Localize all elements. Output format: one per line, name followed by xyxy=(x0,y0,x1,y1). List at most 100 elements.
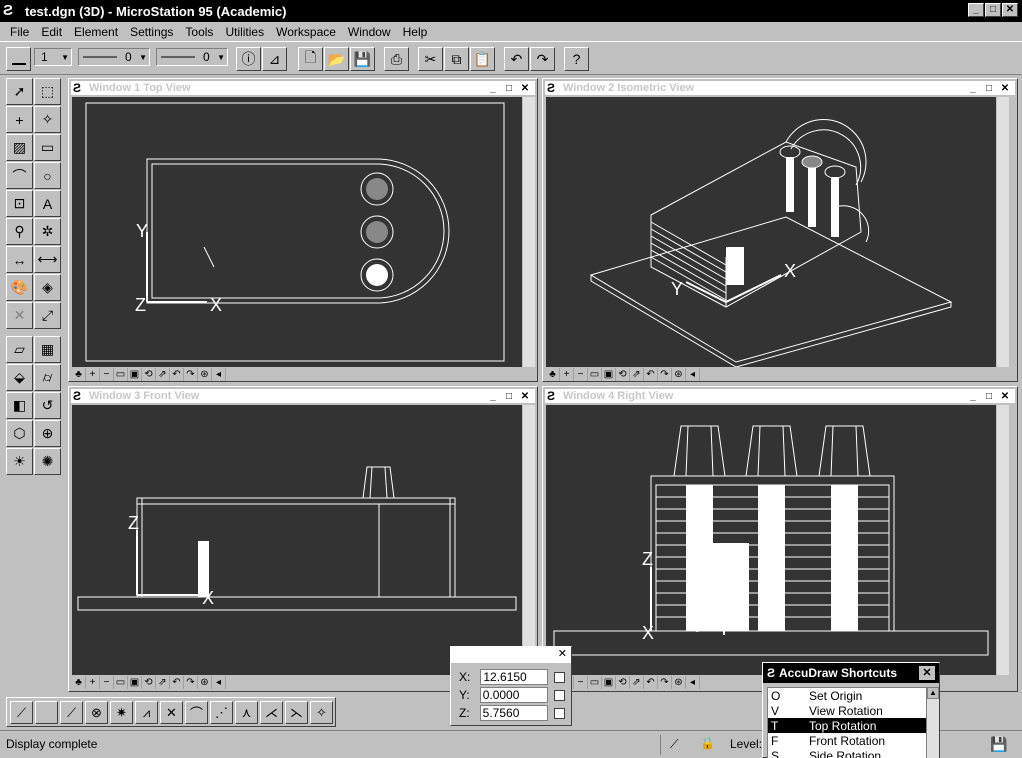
rotate-view-icon[interactable]: ⟲ xyxy=(142,367,156,381)
accudraw-coordinates-window[interactable]: ✕ X: 12.6150 Y: 0.0000 Z: 5.7560 xyxy=(450,646,572,726)
menu-settings[interactable]: Settings xyxy=(124,25,179,39)
box-icon[interactable]: ◧ xyxy=(6,392,33,419)
close-button[interactable]: ✕ xyxy=(1002,3,1018,17)
view-canvas[interactable]: Y X Z xyxy=(72,97,522,367)
menu-window[interactable]: Window xyxy=(342,25,397,39)
menu-utilities[interactable]: Utilities xyxy=(219,25,270,39)
view-canvas[interactable]: Z X xyxy=(546,405,996,675)
scroll-left-icon[interactable]: ◂ xyxy=(686,675,700,689)
coordinates-title-bar[interactable]: ✕ xyxy=(451,647,571,663)
shortcut-item-selected[interactable]: T Top Rotation xyxy=(768,718,926,733)
window-area-icon[interactable]: ▭ xyxy=(114,367,128,381)
pan-icon[interactable]: ⇗ xyxy=(630,367,644,381)
weight-combo[interactable]: 1 ▼ xyxy=(34,48,72,66)
minimize-icon[interactable]: _ xyxy=(486,83,500,95)
palette-icon[interactable]: 🎨 xyxy=(6,274,33,301)
minimize-icon[interactable]: _ xyxy=(486,391,500,403)
maximize-icon[interactable]: □ xyxy=(502,391,516,403)
window-area-icon[interactable]: ▭ xyxy=(588,675,602,689)
close-icon[interactable]: ✕ xyxy=(518,391,532,403)
vertical-scrollbar[interactable] xyxy=(523,97,535,367)
print-icon[interactable]: ⎙ xyxy=(384,47,409,71)
revolve-icon[interactable]: ↺ xyxy=(34,392,61,419)
view-previous-icon[interactable]: ↶ xyxy=(644,675,658,689)
save-icon[interactable]: 💾 xyxy=(350,47,375,71)
scroll-left-icon[interactable]: ◂ xyxy=(212,367,226,381)
line-weight-combo[interactable]: 0 ▼ xyxy=(156,48,228,66)
render-icon[interactable]: ☀ xyxy=(6,448,33,475)
fit-view-icon[interactable]: ▣ xyxy=(128,367,142,381)
menu-edit[interactable]: Edit xyxy=(35,25,68,39)
zoom-out-icon[interactable]: − xyxy=(574,675,588,689)
y-lock-checkbox[interactable] xyxy=(553,689,565,701)
shortcut-item[interactable]: V View Rotation xyxy=(768,703,926,718)
line-tool-icon[interactable]: ⟋ xyxy=(10,701,33,724)
scroll-up-icon[interactable]: ▲ xyxy=(927,687,939,699)
copy-view-icon[interactable]: ⊛ xyxy=(672,367,686,381)
menu-workspace[interactable]: Workspace xyxy=(270,25,342,39)
fit-view-icon[interactable]: ▣ xyxy=(602,675,616,689)
pan-icon[interactable]: ⇗ xyxy=(630,675,644,689)
paste-icon[interactable]: 📋 xyxy=(470,47,495,71)
shortcut-item[interactable]: O Set Origin xyxy=(768,688,926,703)
scale-icon[interactable]: ⤢ xyxy=(34,302,61,329)
maximize-icon[interactable]: □ xyxy=(982,83,996,95)
surface-icon[interactable]: ⬡ xyxy=(6,420,33,447)
cell-icon[interactable]: ⊡ xyxy=(6,190,33,217)
view-previous-icon[interactable]: ↶ xyxy=(644,367,658,381)
microstation-logo-icon[interactable]: Ƨ xyxy=(3,2,21,20)
active-color-button[interactable] xyxy=(6,47,31,71)
cut-icon[interactable]: ✂ xyxy=(418,47,443,71)
node-icon[interactable]: ✧ xyxy=(310,701,333,724)
close-icon[interactable]: ✕ xyxy=(518,83,532,95)
view-control-icon[interactable]: ♣ xyxy=(546,367,560,381)
branch-icon[interactable]: ⋏ xyxy=(235,701,258,724)
view-next-icon[interactable]: ↷ xyxy=(184,675,198,689)
pen-icon[interactable]: ⟋ xyxy=(670,737,678,752)
view-title-bar[interactable]: Ƨ Window 1 Top View _ □ ✕ xyxy=(71,81,535,95)
vertical-scrollbar[interactable] xyxy=(523,405,535,675)
redo-icon[interactable]: ↷ xyxy=(530,47,555,71)
extrude-icon[interactable]: ⬙ xyxy=(6,364,33,391)
split-icon[interactable]: ⋰ xyxy=(210,701,233,724)
chamfer-icon[interactable]: ⋋ xyxy=(285,701,308,724)
view-canvas[interactable]: Z X xyxy=(72,405,522,675)
view-control-icon[interactable]: ♣ xyxy=(72,675,86,689)
undo-icon[interactable]: ↶ xyxy=(504,47,529,71)
zoom-in-icon[interactable]: + xyxy=(86,367,100,381)
delete-icon[interactable]: ✕ xyxy=(6,302,33,329)
maximize-icon[interactable]: □ xyxy=(982,391,996,403)
arc-icon[interactable]: ⌒ xyxy=(6,162,33,189)
lock-icon[interactable]: 🔒 xyxy=(700,736,715,750)
z-lock-checkbox[interactable] xyxy=(553,707,565,719)
block-icon[interactable]: ▭ xyxy=(34,134,61,161)
shortcut-item[interactable]: S Side Rotation xyxy=(768,748,926,758)
scroll-left-icon[interactable]: ◂ xyxy=(212,675,226,689)
line-style-combo[interactable]: 0 ▼ xyxy=(78,48,150,66)
copy-icon[interactable]: ⧉ xyxy=(444,47,469,71)
minimize-icon[interactable]: _ xyxy=(966,83,980,95)
vertical-scrollbar[interactable] xyxy=(997,405,1009,675)
fillet-icon[interactable]: ⋌ xyxy=(260,701,283,724)
cylinder-icon[interactable]: ⌭ xyxy=(34,364,61,391)
rotate-view-icon[interactable]: ⟲ xyxy=(616,367,630,381)
vertical-scrollbar[interactable] xyxy=(997,97,1009,367)
slab-icon[interactable]: ▱ xyxy=(6,336,33,363)
view-next-icon[interactable]: ↷ xyxy=(184,367,198,381)
new-file-icon[interactable]: 🗋 xyxy=(298,47,323,71)
extend-line-icon[interactable]: ⟋ xyxy=(60,701,83,724)
accudraw-shortcuts-window[interactable]: Ƨ AccuDraw Shortcuts ✕ O Set Origin V View… xyxy=(762,662,940,758)
fill-icon[interactable]: ◈ xyxy=(34,274,61,301)
close-icon[interactable]: ✕ xyxy=(558,647,567,660)
zoom-in-icon[interactable]: + xyxy=(560,367,574,381)
open-folder-icon[interactable]: 📂 xyxy=(324,47,349,71)
scroll-left-icon[interactable]: ◂ xyxy=(686,367,700,381)
view-canvas[interactable]: X Y xyxy=(546,97,996,368)
menu-element[interactable]: Element xyxy=(68,25,124,39)
smartline-icon[interactable]: ✧ xyxy=(34,106,61,133)
minimize-button[interactable]: _ xyxy=(968,3,984,17)
zoom-out-icon[interactable]: − xyxy=(100,367,114,381)
rotate-view-icon[interactable]: ⟲ xyxy=(616,675,630,689)
modify-icon[interactable]: ✲ xyxy=(34,218,61,245)
zoom-out-icon[interactable]: − xyxy=(100,675,114,689)
